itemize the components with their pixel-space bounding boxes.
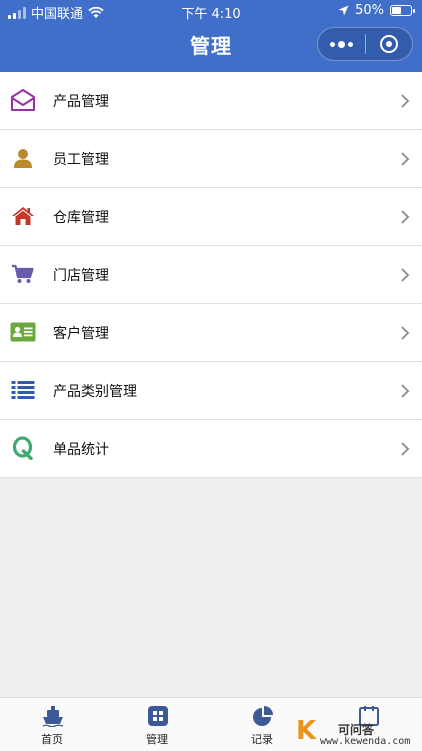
- contact-card-icon: [10, 319, 36, 345]
- tab-label: 首页: [41, 733, 63, 746]
- menu-item-label: 单品统计: [53, 442, 109, 458]
- chevron-right-icon: [401, 210, 410, 224]
- target-icon: [379, 35, 398, 53]
- management-menu: 产品管理 员工管理 仓库管理 门店管理 客户管理 产品类别管理 单品统计: [0, 72, 422, 478]
- pie-chart-icon: [253, 706, 273, 726]
- menu-item-stores[interactable]: 门店管理: [0, 246, 422, 304]
- location-arrow-icon: [338, 5, 349, 16]
- list-icon: [10, 377, 36, 403]
- menu-item-label: 产品管理: [53, 94, 109, 110]
- envelope-icon: [10, 87, 36, 113]
- chevron-right-icon: [401, 268, 410, 282]
- menu-item-label: 门店管理: [53, 268, 109, 284]
- chevron-right-icon: [401, 384, 410, 398]
- chevron-right-icon: [401, 152, 410, 166]
- mini-program-capsule: [317, 27, 413, 61]
- menu-item-warehouse[interactable]: 仓库管理: [0, 188, 422, 246]
- watermark-url: www.kewenda.com: [320, 736, 411, 747]
- ship-icon: [42, 706, 64, 727]
- menu-item-label: 产品类别管理: [53, 384, 137, 400]
- header: 中国联通 下午 4:10 50% 管理: [0, 0, 422, 72]
- menu-item-categories[interactable]: 产品类别管理: [0, 362, 422, 420]
- menu-item-label: 客户管理: [53, 326, 109, 342]
- home-icon: [10, 203, 36, 229]
- watermark: K 可问答 www.kewenda.com: [296, 716, 422, 751]
- status-bar: 中国联通 下午 4:10 50%: [0, 0, 422, 22]
- menu-item-staff[interactable]: 员工管理: [0, 130, 422, 188]
- menu-item-product-stats[interactable]: 单品统计: [0, 420, 422, 478]
- menu-item-customers[interactable]: 客户管理: [0, 304, 422, 362]
- cart-icon: [10, 261, 36, 287]
- close-button[interactable]: [366, 28, 412, 60]
- menu-item-label: 仓库管理: [53, 210, 109, 226]
- chevron-right-icon: [401, 94, 410, 108]
- grid-icon: [148, 706, 168, 726]
- chevron-right-icon: [401, 442, 410, 456]
- battery-icon: [390, 5, 415, 16]
- q-icon: [10, 435, 36, 461]
- watermark-logo: K: [296, 716, 317, 746]
- battery-percent: 50%: [355, 3, 384, 18]
- menu-item-label: 员工管理: [53, 152, 109, 168]
- chevron-right-icon: [401, 326, 410, 340]
- user-icon: [10, 145, 36, 171]
- more-button[interactable]: [318, 28, 365, 60]
- tab-manage[interactable]: 管理: [107, 698, 207, 751]
- tab-home[interactable]: 首页: [2, 698, 102, 751]
- menu-item-products[interactable]: 产品管理: [0, 72, 422, 130]
- tab-label: 管理: [146, 733, 168, 746]
